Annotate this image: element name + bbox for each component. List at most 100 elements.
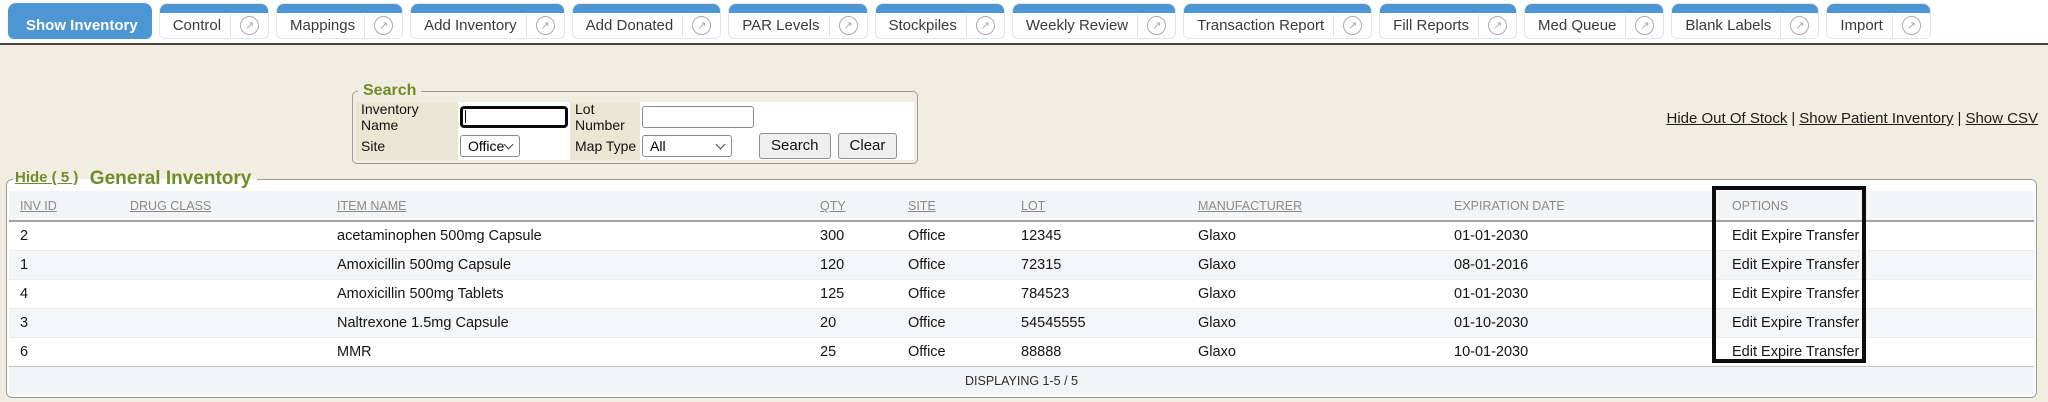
- tab-add-inventory[interactable]: Add Inventory ↗: [410, 3, 565, 39]
- lot-number-label: Lot Number: [570, 102, 640, 131]
- map-type-select[interactable]: All: [642, 135, 732, 157]
- cell-filler: [1877, 309, 2034, 338]
- cell-inv-id: 3: [9, 309, 119, 338]
- cell-lot: 12345: [1010, 221, 1187, 251]
- tab-label: Weekly Review: [1013, 17, 1137, 34]
- inventory-table: INV ID DRUG CLASS ITEM NAME QTY SITE LOT…: [9, 191, 2034, 395]
- table-row: 2 acetaminophen 500mg Capsule 300 Office…: [9, 221, 2034, 251]
- cell-drug-class: [119, 251, 326, 280]
- transfer-link[interactable]: Transfer: [1806, 344, 1859, 360]
- cell-manufacturer: Glaxo: [1187, 280, 1443, 309]
- external-link-icon[interactable]: ↗: [1147, 16, 1166, 35]
- search-legend: Search: [358, 82, 421, 100]
- tab-fill-reports[interactable]: Fill Reports ↗: [1379, 3, 1517, 39]
- tab-label: Blank Labels: [1672, 17, 1780, 34]
- cell-filler: [1877, 251, 2034, 280]
- external-link-icon[interactable]: ↗: [1902, 16, 1921, 35]
- external-link-icon[interactable]: ↗: [1790, 16, 1809, 35]
- cell-options: Edit Expire Transfer: [1721, 280, 1877, 309]
- expire-link[interactable]: Expire: [1761, 228, 1802, 244]
- site-label: Site: [356, 131, 458, 160]
- external-link-icon[interactable]: ↗: [374, 16, 393, 35]
- tab-show-inventory[interactable]: Show Inventory: [8, 3, 152, 39]
- cell-inv-id: 1: [9, 251, 119, 280]
- search-button[interactable]: Search: [759, 133, 831, 159]
- col-header-inv-id: INV ID: [9, 191, 119, 221]
- transfer-link[interactable]: Transfer: [1806, 315, 1859, 331]
- hide-out-of-stock-link[interactable]: Hide Out Of Stock: [1666, 110, 1787, 127]
- expire-link[interactable]: Expire: [1761, 286, 1802, 302]
- cell-filler: [1877, 338, 2034, 367]
- expire-link[interactable]: Expire: [1761, 257, 1802, 273]
- col-header-qty: QTY: [809, 191, 897, 221]
- external-link-icon[interactable]: ↗: [1635, 16, 1654, 35]
- expire-link[interactable]: Expire: [1761, 344, 1802, 360]
- transfer-link[interactable]: Transfer: [1806, 228, 1859, 244]
- cell-qty: 25: [809, 338, 897, 367]
- cell-item-name: MMR: [326, 338, 809, 367]
- tab-label: Transaction Report: [1184, 17, 1333, 34]
- external-link-icon[interactable]: ↗: [1343, 16, 1362, 35]
- tab-import[interactable]: Import ↗: [1826, 3, 1931, 39]
- external-link-icon[interactable]: ↗: [1488, 16, 1507, 35]
- tab-med-queue[interactable]: Med Queue ↗: [1524, 3, 1664, 39]
- show-csv-link[interactable]: Show CSV: [1965, 110, 2038, 127]
- expire-link[interactable]: Expire: [1761, 315, 1802, 331]
- clear-button[interactable]: Clear: [838, 133, 898, 159]
- tab-label: Control: [160, 17, 230, 34]
- tab-blank-labels[interactable]: Blank Labels ↗: [1671, 3, 1819, 39]
- cell-drug-class: [119, 221, 326, 251]
- col-header-site: SITE: [897, 191, 1010, 221]
- external-link-icon[interactable]: ↗: [536, 16, 555, 35]
- cell-qty: 120: [809, 251, 897, 280]
- external-link-icon[interactable]: ↗: [240, 16, 259, 35]
- cell-site: Office: [897, 251, 1010, 280]
- tab-par-levels[interactable]: PAR Levels ↗: [728, 3, 867, 39]
- tab-weekly-review[interactable]: Weekly Review ↗: [1012, 3, 1176, 39]
- tab-stockpiles[interactable]: Stockpiles ↗: [875, 3, 1005, 39]
- tab-add-donated[interactable]: Add Donated ↗: [572, 3, 722, 39]
- col-header-expiration-date: EXPIRATION DATE: [1443, 191, 1721, 221]
- cell-site: Office: [897, 338, 1010, 367]
- map-type-label: Map Type: [570, 131, 640, 160]
- edit-link[interactable]: Edit: [1732, 228, 1757, 244]
- edit-link[interactable]: Edit: [1732, 257, 1757, 273]
- search-row-2: Site Office Map Type All Search Clear: [356, 131, 914, 160]
- tab-mappings[interactable]: Mappings ↗: [276, 3, 403, 39]
- cell-site: Office: [897, 309, 1010, 338]
- tab-control[interactable]: Control ↗: [159, 3, 269, 39]
- site-select[interactable]: Office: [460, 135, 520, 157]
- cell-inv-id: 6: [9, 338, 119, 367]
- external-link-icon[interactable]: ↗: [692, 16, 711, 35]
- cell-item-name: Naltrexone 1.5mg Capsule: [326, 309, 809, 338]
- section-title: General Inventory: [90, 168, 252, 189]
- cell-item-name: acetaminophen 500mg Capsule: [326, 221, 809, 251]
- inventory-name-input[interactable]: [460, 106, 568, 128]
- transfer-link[interactable]: Transfer: [1806, 257, 1859, 273]
- external-link-icon[interactable]: ↗: [839, 16, 858, 35]
- show-patient-inventory-link[interactable]: Show Patient Inventory: [1799, 110, 1953, 127]
- view-links: Hide Out Of Stock|Show Patient Inventory…: [1666, 110, 2038, 127]
- lot-number-input[interactable]: [642, 106, 754, 128]
- col-header-filler: [1877, 191, 2034, 221]
- edit-link[interactable]: Edit: [1732, 344, 1757, 360]
- cell-options: Edit Expire Transfer: [1721, 338, 1877, 367]
- general-inventory-panel: Hide ( 5 ) General Inventory INV ID DRUG…: [6, 168, 2037, 398]
- cell-drug-class: [119, 309, 326, 338]
- transfer-link[interactable]: Transfer: [1806, 286, 1859, 302]
- table-row: 6 MMR 25 Office 88888 Glaxo 10-01-2030 E…: [9, 338, 2034, 367]
- chevron-down-icon: [504, 139, 514, 149]
- tab-label: Add Donated: [573, 17, 683, 34]
- tab-transaction-report[interactable]: Transaction Report ↗: [1183, 3, 1372, 39]
- edit-link[interactable]: Edit: [1732, 286, 1757, 302]
- edit-link[interactable]: Edit: [1732, 315, 1757, 331]
- external-link-icon[interactable]: ↗: [976, 16, 995, 35]
- search-panel: Search Inventory Name Lot Number Site Of…: [352, 82, 918, 164]
- tab-label: Med Queue: [1525, 17, 1625, 34]
- cell-expiration-date: 01-01-2030: [1443, 221, 1721, 251]
- tab-label: Add Inventory: [411, 17, 526, 34]
- cell-options: Edit Expire Transfer: [1721, 309, 1877, 338]
- tab-label: Show Inventory: [13, 17, 147, 34]
- hide-section-link[interactable]: Hide ( 5 ): [15, 169, 78, 186]
- cell-site: Office: [897, 280, 1010, 309]
